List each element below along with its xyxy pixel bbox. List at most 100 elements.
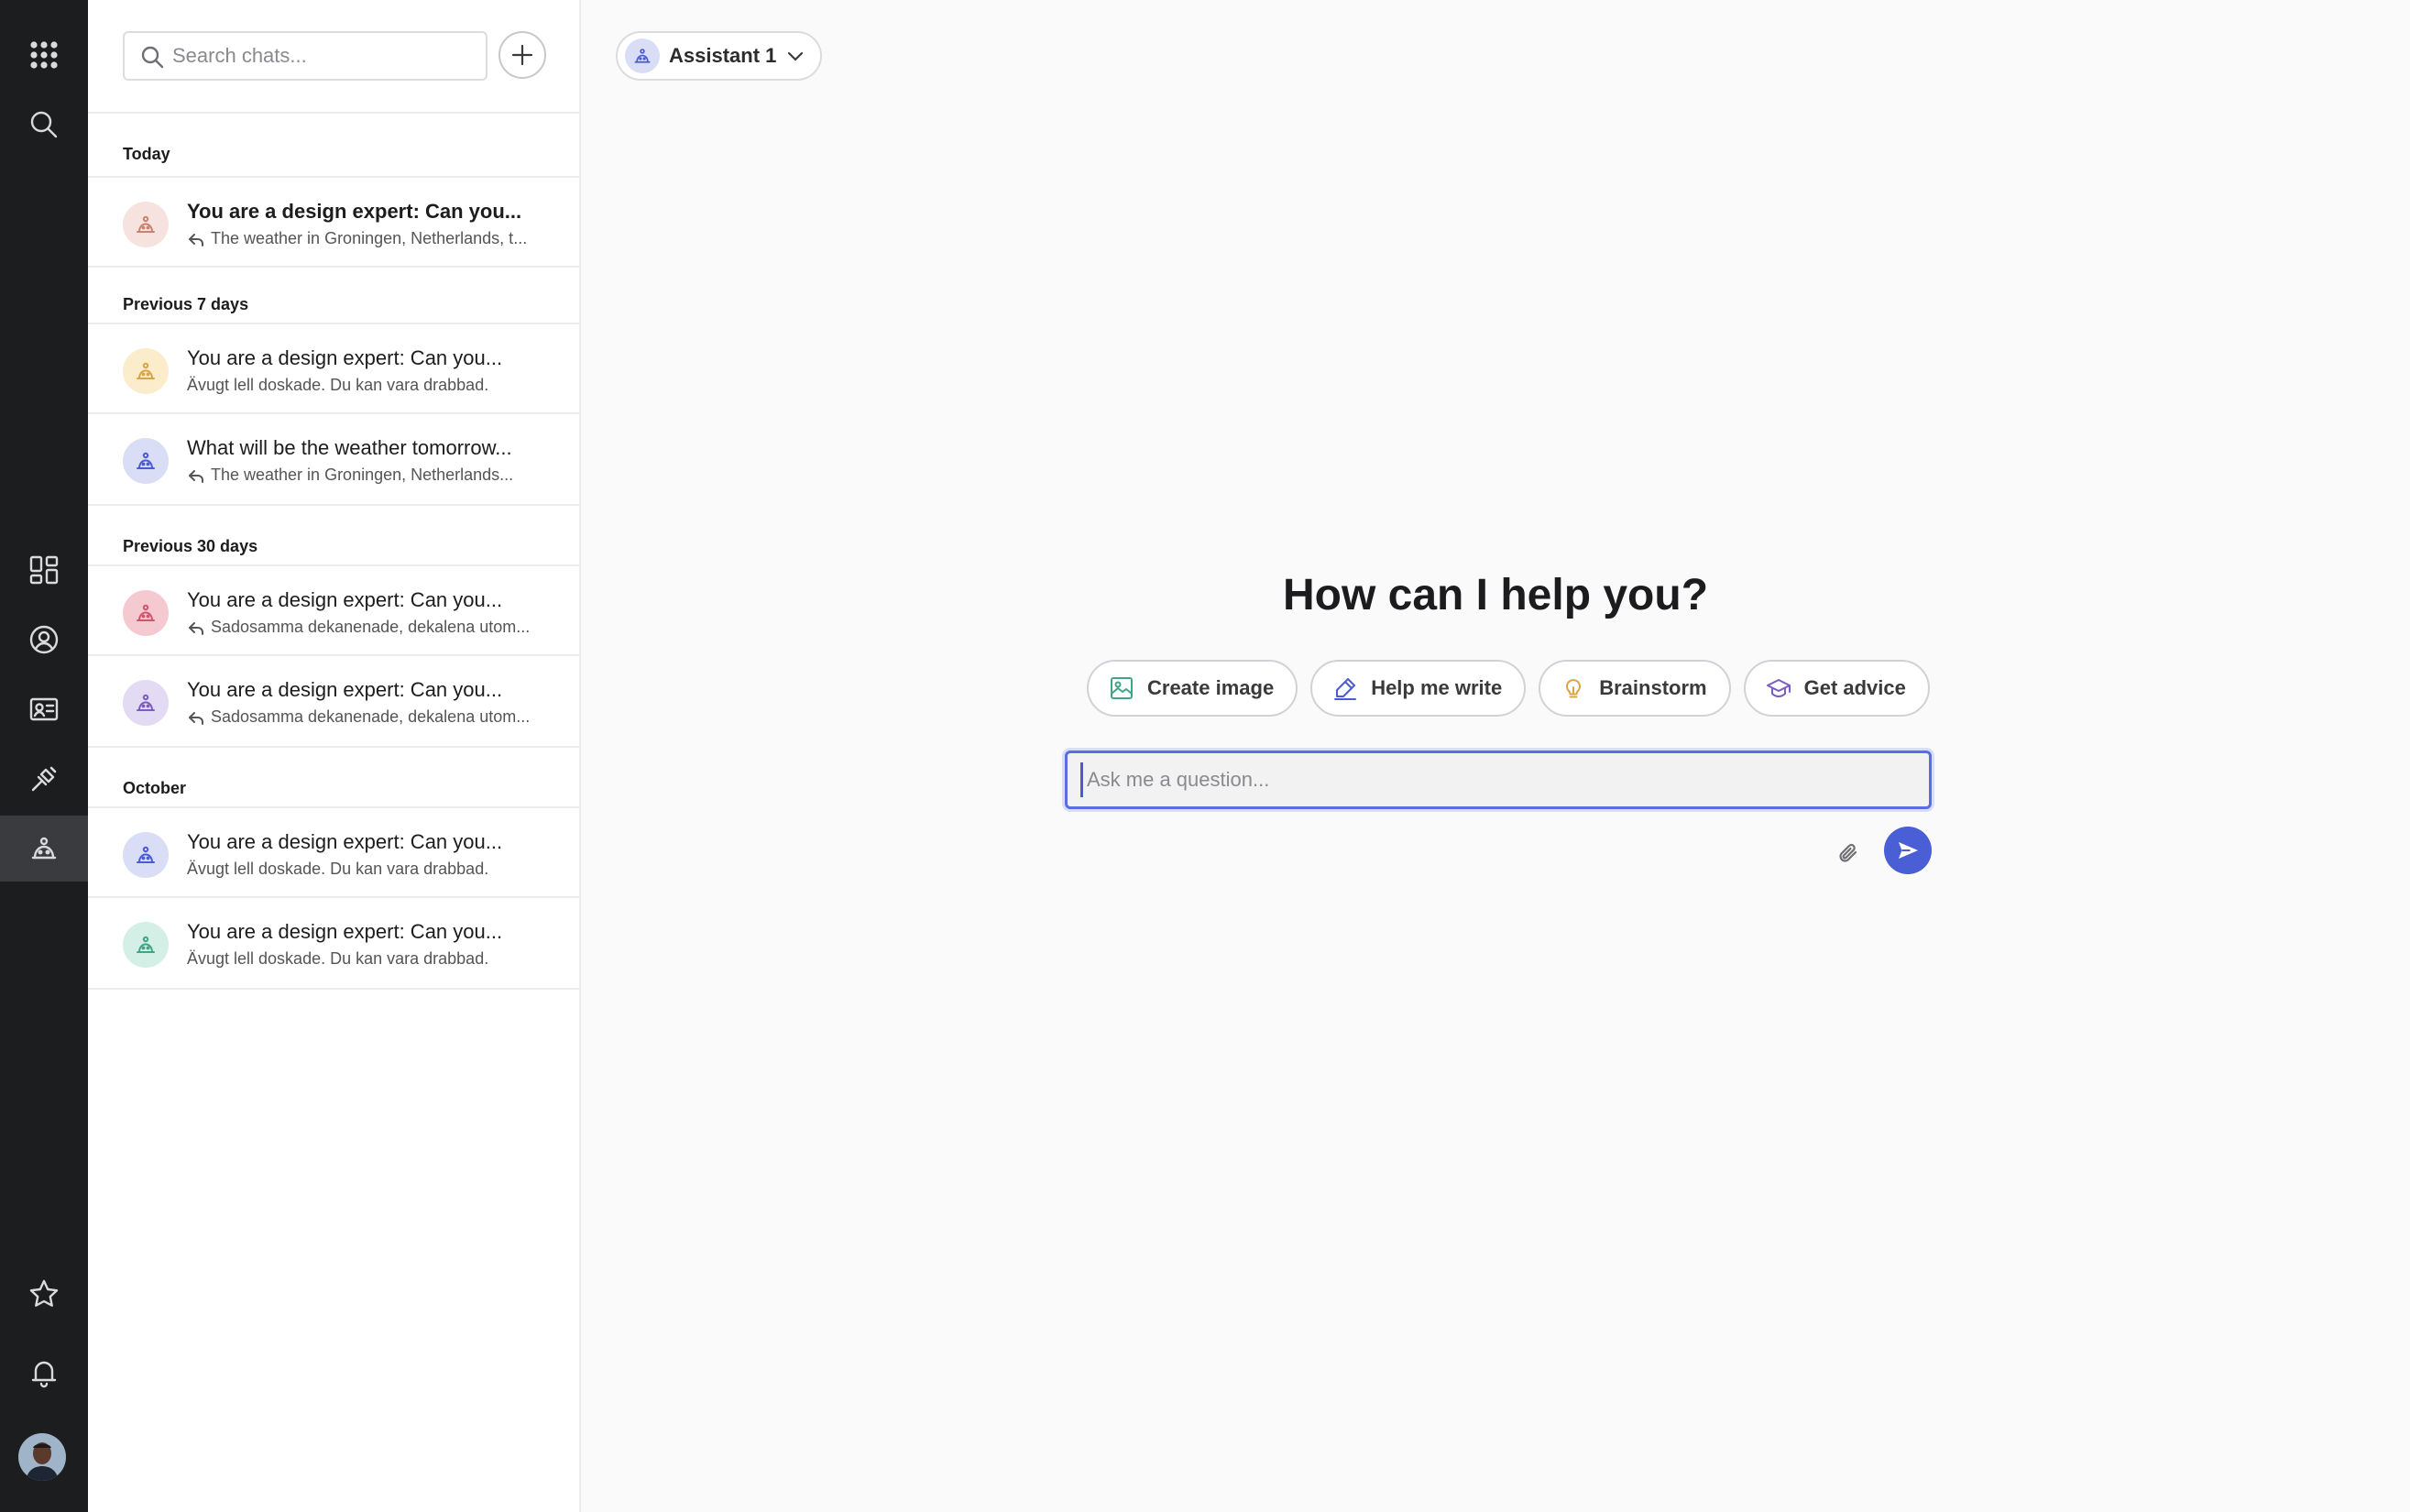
paperclip-icon — [1839, 843, 1857, 862]
assistant-icon — [137, 604, 155, 621]
rail-contacts-button[interactable] — [0, 676, 88, 742]
bell-icon — [31, 1361, 57, 1388]
rail-integrations-button[interactable] — [0, 746, 88, 812]
star-icon — [29, 1279, 59, 1307]
chat-subtitle-row: The weather in Groningen, Netherlands... — [187, 466, 513, 485]
suggestion-chip-label: Brainstorm — [1599, 676, 1707, 699]
suggestion-chip-label: Get advice — [1803, 676, 1906, 699]
user-photo — [18, 1433, 66, 1481]
rail-profile-button[interactable] — [0, 607, 88, 673]
chat-title: What will be the weather tomorrow... — [187, 436, 512, 459]
suggestion-chip-label: Help me write — [1371, 676, 1503, 699]
chat-avatar — [123, 438, 169, 484]
assistant-icon — [137, 362, 155, 379]
assistant-icon — [137, 936, 155, 953]
assistant-icon — [137, 452, 155, 469]
assistant-icon — [634, 49, 651, 63]
panel-divider — [88, 112, 579, 114]
chat-group-label: Previous 7 days — [123, 295, 249, 313]
chat-list-panel: Today You are a design expert: Can you...… — [88, 0, 581, 1512]
chat-avatar — [123, 680, 169, 726]
chat-list-item[interactable]: You are a design expert: Can you... Ävugt… — [88, 898, 579, 990]
chat-subtitle-row: Ävugt lell doskade. Du kan vara drabbad. — [187, 949, 488, 969]
assistant-selector[interactable]: Assistant 1 — [616, 31, 823, 81]
chat-group-label: Previous 30 days — [123, 537, 258, 555]
suggestion-chip-create-image[interactable]: Create image — [1087, 660, 1298, 717]
reply-icon — [189, 711, 203, 725]
chat-avatar — [123, 348, 169, 394]
image-icon — [1111, 677, 1133, 699]
integrations-icon — [31, 766, 57, 792]
search-icon — [141, 46, 164, 69]
assistant-icon — [31, 837, 57, 860]
attach-button[interactable] — [1829, 834, 1869, 874]
reply-icon — [189, 469, 203, 483]
chat-subtitle: Ävugt lell doskade. Du kan vara drabbad. — [187, 860, 489, 878]
search-icon — [30, 111, 58, 138]
suggestion-chip-label: Create image — [1147, 676, 1275, 699]
chat-subtitle-row: Sadosamma dekanenade, dekalena utom... — [187, 707, 530, 727]
apps-grid-button[interactable] — [0, 22, 88, 88]
chat-search-box[interactable] — [123, 31, 487, 81]
chat-title: You are a design expert: Can you... — [187, 588, 503, 611]
dashboard-icon — [29, 555, 59, 585]
rail-favorites-button[interactable] — [0, 1261, 88, 1327]
chat-title: You are a design expert: Can you... — [187, 346, 503, 369]
lightbulb-icon — [1566, 679, 1582, 698]
assistant-icon — [137, 694, 155, 711]
chat-list-item[interactable]: You are a design expert: Can you... Sados… — [88, 656, 579, 748]
chat-avatar — [123, 590, 169, 636]
chat-list-item[interactable]: You are a design expert: Can you... The w… — [88, 176, 579, 268]
suggestion-chip-brainstorm[interactable]: Brainstorm — [1539, 660, 1731, 717]
page-heading: How can I help you? — [1282, 571, 1709, 619]
chat-title: You are a design expert: Can you... — [187, 920, 503, 943]
chat-avatar — [123, 922, 169, 968]
rail-dashboard-button[interactable] — [0, 537, 88, 603]
chat-avatar — [123, 832, 169, 878]
chat-subtitle: Sadosamma dekanenade, dekalena utom... — [211, 618, 531, 636]
new-chat-button[interactable] — [498, 31, 546, 79]
pen-icon — [1334, 678, 1357, 700]
assistant-avatar — [625, 38, 660, 73]
chat-title: You are a design expert: Can you... — [187, 678, 503, 701]
chat-search-input[interactable] — [172, 44, 466, 68]
chat-list-item[interactable]: What will be the weather tomorrow... The … — [88, 414, 579, 506]
ask-input[interactable] — [1080, 762, 1905, 797]
chat-subtitle-row: Ävugt lell doskade. Du kan vara drabbad. — [187, 376, 488, 395]
chat-subtitle-row: The weather in Groningen, Netherlands, t… — [187, 229, 527, 248]
suggestion-chips: Create image Help me write Brainstorm Get a… — [1087, 660, 1930, 717]
chat-subtitle-row: Sadosamma dekanenade, dekalena utom... — [187, 618, 530, 637]
chat-list-item[interactable]: You are a design expert: Can you... Ävugt… — [88, 323, 579, 414]
user-avatar[interactable] — [18, 1433, 66, 1481]
suggestion-chip-get-advice[interactable]: Get advice — [1743, 660, 1930, 717]
rail-search-button[interactable] — [0, 92, 88, 158]
chat-subtitle: The weather in Groningen, Netherlands, t… — [211, 229, 528, 247]
chat-list-item[interactable]: You are a design expert: Can you... Sados… — [88, 564, 579, 656]
ask-input-box[interactable] — [1065, 751, 1932, 809]
chat-list-item[interactable]: You are a design expert: Can you... Ävugt… — [88, 806, 579, 898]
chat-title: You are a design expert: Can you... — [187, 830, 503, 853]
chat-subtitle: Ävugt lell doskade. Du kan vara drabbad. — [187, 376, 489, 394]
assistant-selector-label: Assistant 1 — [669, 44, 777, 67]
contact-card-icon — [29, 697, 59, 721]
reply-icon — [189, 233, 203, 247]
chat-subtitle-row: Ävugt lell doskade. Du kan vara drabbad. — [187, 860, 488, 879]
assistant-icon — [137, 215, 155, 233]
nav-rail — [0, 0, 88, 1512]
send-button[interactable] — [1884, 827, 1932, 874]
chat-subtitle: The weather in Groningen, Netherlands... — [211, 466, 514, 484]
chat-subtitle: Sadosamma dekanenade, dekalena utom... — [211, 707, 531, 726]
assistant-icon — [137, 846, 155, 863]
graduation-cap-icon — [1766, 679, 1791, 697]
suggestion-chip-help-me-write[interactable]: Help me write — [1310, 660, 1527, 717]
chat-title: You are a design expert: Can you... — [187, 200, 522, 223]
plus-icon — [511, 44, 533, 66]
chat-group-label: October — [123, 779, 187, 797]
apps-grid-icon — [30, 41, 58, 69]
chevron-down-icon — [788, 51, 804, 61]
chat-subtitle: Ävugt lell doskade. Du kan vara drabbad. — [187, 949, 489, 968]
profile-icon — [29, 625, 59, 654]
rail-notifications-button[interactable] — [0, 1340, 88, 1406]
chat-avatar — [123, 202, 169, 247]
rail-assistant-button[interactable] — [0, 816, 88, 882]
